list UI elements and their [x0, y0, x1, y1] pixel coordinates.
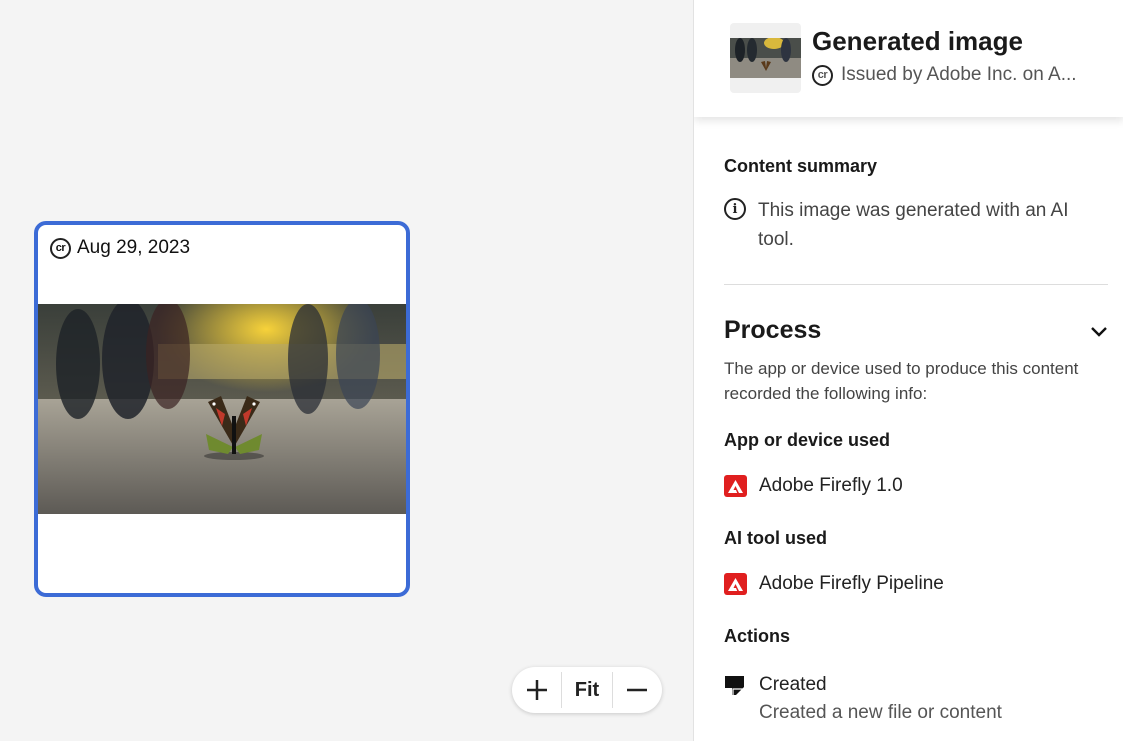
adobe-firefly-icon — [724, 475, 747, 497]
panel-title: Generated image — [812, 26, 1023, 56]
issuer-line: cr Issued by Adobe Inc. on A... — [812, 64, 1077, 86]
content-summary-heading: Content summary — [724, 156, 878, 176]
image-card[interactable]: cr Aug 29, 2023 — [34, 221, 410, 597]
canvas-area: cr Aug 29, 2023 Fit — [0, 0, 693, 741]
ai-tool-heading: AI tool used — [724, 528, 827, 548]
panel-header: Generated image cr Issued by Adobe Inc. … — [694, 0, 1123, 117]
content-credentials-icon: cr — [50, 237, 71, 259]
app-used-heading: App or device used — [724, 430, 891, 450]
process-description: The app or device used to produce this c… — [724, 359, 1079, 403]
action-title: Created — [759, 674, 827, 695]
section-divider — [724, 284, 1108, 285]
ai-tool-value: Adobe Firefly Pipeline — [759, 573, 944, 594]
content-summary-row: i This image was generated with an AI to… — [724, 196, 1104, 254]
process-heading: Process — [724, 316, 822, 344]
app-used-value: Adobe Firefly 1.0 — [759, 475, 903, 496]
zoom-controls: Fit — [512, 667, 662, 713]
actions-heading: Actions — [724, 626, 791, 646]
adobe-firefly-icon — [724, 573, 747, 595]
created-file-icon — [725, 676, 744, 695]
zoom-out-button[interactable] — [613, 667, 662, 713]
content-credentials-icon: cr — [812, 64, 833, 86]
fit-button[interactable]: Fit — [562, 667, 611, 713]
info-icon: i — [724, 198, 746, 220]
date-badge: cr Aug 29, 2023 — [44, 233, 203, 263]
action-description: Created a new file or content — [759, 702, 1002, 723]
plus-icon — [526, 680, 547, 700]
app-used-row: Adobe Firefly 1.0 — [724, 475, 903, 497]
zoom-in-button[interactable] — [512, 667, 561, 713]
ai-tool-row: Adobe Firefly Pipeline — [724, 573, 944, 595]
details-panel: Generated image cr Issued by Adobe Inc. … — [693, 0, 1123, 741]
action-created-row: Created Created a new file or content — [724, 673, 1002, 729]
butterfly-photo — [38, 304, 406, 514]
date-label: Aug 29, 2023 — [77, 237, 191, 258]
image-thumbnail — [730, 23, 801, 93]
issuer-text: Issued by Adobe Inc. on A... — [841, 64, 1077, 85]
minus-icon — [627, 688, 648, 692]
content-summary-text: This image was generated with an AI tool… — [758, 200, 1069, 250]
chevron-down-icon[interactable] — [1088, 320, 1110, 342]
